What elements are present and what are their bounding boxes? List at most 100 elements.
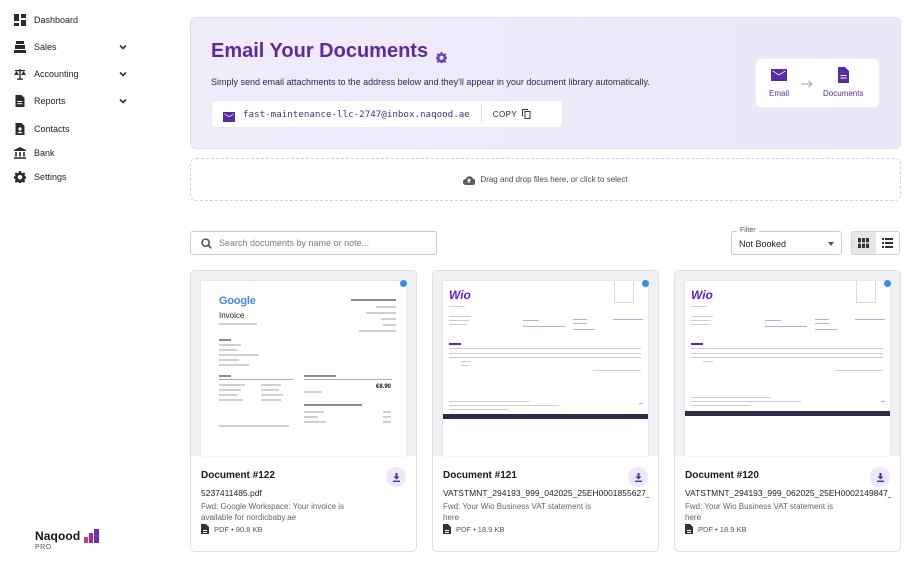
view-mode-toggle — [851, 231, 900, 255]
document-icon — [838, 67, 850, 83]
chevron-down-icon[interactable] — [118, 96, 128, 106]
copy-label: COPY — [492, 109, 518, 119]
sidebar-item-reports[interactable]: Reports — [0, 87, 150, 114]
sidebar-item-accounting[interactable]: Accounting — [0, 60, 150, 87]
wio-logo: Wio — [449, 288, 471, 302]
unread-indicator — [884, 280, 891, 287]
flow-step-email: Email — [769, 67, 789, 98]
file-icon — [201, 524, 209, 534]
bookmark-icon — [614, 281, 634, 303]
scale-icon — [14, 68, 26, 80]
flow-step-label: Documents — [823, 89, 864, 98]
email-to-documents-flow: Email Documents — [755, 58, 880, 108]
mail-icon — [771, 69, 787, 81]
brand-name: Naqood — [35, 529, 81, 543]
dropzone-text: Drag and drop files here, or click to se… — [480, 175, 628, 184]
filter-label: Filter — [737, 227, 759, 234]
filter-value: Not Booked — [739, 239, 787, 249]
document-note: Fwd: Your Wio Business VAT statement is … — [685, 502, 834, 522]
gear-icon — [14, 171, 26, 183]
brand-tier: PRO — [35, 544, 52, 551]
hero-subtitle: Simply send email attachments to the add… — [211, 77, 650, 87]
unread-indicator — [642, 280, 649, 287]
document-note: Fwd: Google Workspace: Your invoice is a… — [201, 502, 345, 522]
document-filename: VATSTMNT_294193_999_042025_25EH000185562… — [443, 488, 649, 498]
grid-view-button[interactable] — [852, 232, 876, 254]
sidebar-item-label: Contacts — [34, 124, 70, 134]
document-card[interactable]: Wio — [674, 270, 901, 552]
file-icon — [443, 524, 451, 534]
download-button[interactable] — [386, 467, 406, 487]
document-preview: Wio — [675, 271, 900, 456]
document-title: Document #122 — [201, 470, 275, 481]
sidebar-item-label: Dashboard — [34, 14, 79, 25]
filter-select[interactable]: Filter Not Booked — [731, 227, 842, 255]
document-title: Document #121 — [443, 470, 517, 481]
sidebar-item-label: Accounting — [34, 68, 79, 79]
list-icon — [881, 238, 893, 248]
flow-step-documents: Documents — [823, 67, 863, 98]
preview-total-amount: €8.90 — [376, 384, 392, 390]
sidebar-item-dashboard[interactable]: Dashboard — [0, 6, 150, 33]
gear-icon[interactable] — [436, 46, 448, 63]
cloud-upload-icon — [463, 175, 476, 185]
document-meta-text: PDF • 90.8 KB — [214, 524, 263, 534]
document-meta: PDF • 18.9 KB — [443, 524, 504, 534]
search-input[interactable] — [219, 238, 419, 248]
document-filename: VATSTMNT_294193_999_062025_25EH000214984… — [685, 488, 891, 498]
download-icon — [634, 472, 642, 482]
document-card[interactable]: Wio — [432, 270, 659, 552]
download-icon — [392, 472, 400, 482]
sidebar-item-contacts[interactable]: Contacts — [0, 117, 150, 141]
document-note: Fwd: Your Wio Business VAT statement is … — [443, 502, 592, 522]
app-root: Dashboard Sales Accounting Reports Conta… — [0, 0, 904, 562]
document-preview: Wio — [433, 271, 658, 456]
download-button[interactable] — [870, 467, 890, 487]
arrow-right-icon — [800, 76, 814, 88]
list-view-button[interactable] — [876, 232, 900, 254]
grid-icon — [858, 238, 870, 248]
dropdown-caret-icon — [828, 242, 834, 246]
wio-logo: Wio — [691, 288, 713, 302]
document-meta: PDF • 18.9 KB — [685, 524, 746, 534]
sidebar-item-label: Reports — [34, 95, 66, 106]
preview-footer-bar — [443, 414, 648, 419]
download-button[interactable] — [628, 467, 648, 487]
document-filename: 5237411485.pdf — [201, 488, 262, 498]
brand: Naqood PRO — [35, 529, 100, 551]
bank-icon — [14, 147, 26, 159]
email-documents-panel: Email Your Documents Simply send email a… — [190, 17, 901, 149]
mail-icon — [223, 109, 235, 122]
page-title: Email Your Documents — [211, 40, 448, 63]
document-page: Wio — [443, 281, 648, 456]
sidebar-item-label: Settings — [34, 172, 67, 182]
flow-step-label: Email — [769, 89, 790, 98]
google-logo: Google — [219, 295, 256, 307]
file-icon — [685, 524, 693, 534]
inbox-email-address[interactable]: fast-maintenance-llc-2747@inbox.naqood.a… — [243, 109, 470, 120]
document-meta-text: PDF • 18.9 KB — [456, 524, 505, 534]
sidebar-item-sales[interactable]: Sales — [0, 33, 150, 60]
chevron-down-icon[interactable] — [118, 69, 128, 79]
sidebar-item-bank[interactable]: Bank — [0, 141, 150, 165]
preview-heading: Invoice — [219, 311, 245, 320]
sidebar-item-settings[interactable]: Settings — [0, 165, 150, 189]
page-title-text: Email Your Documents — [211, 40, 429, 62]
document-meta-text: PDF • 18.9 KB — [698, 524, 747, 534]
unread-indicator — [400, 280, 407, 287]
document-meta: PDF • 90.8 KB — [201, 524, 262, 534]
report-icon — [14, 94, 26, 107]
sidebar-item-label: Bank — [34, 148, 55, 158]
chevron-down-icon[interactable] — [118, 42, 128, 52]
document-card[interactable]: Google Invoice €8.90 Document #122 52374… — [190, 270, 417, 552]
file-dropzone[interactable]: Drag and drop files here, or click to se… — [190, 158, 901, 201]
document-page: Google Invoice €8.90 — [201, 281, 406, 456]
bookmark-icon — [856, 281, 876, 303]
document-preview: Google Invoice €8.90 — [191, 271, 416, 456]
divider — [480, 105, 482, 123]
sales-icon — [14, 40, 26, 53]
copy-button[interactable]: COPY — [493, 109, 531, 119]
dashboard-icon — [14, 13, 26, 26]
document-title: Document #120 — [685, 470, 759, 481]
preview-footer-bar — [685, 411, 890, 416]
